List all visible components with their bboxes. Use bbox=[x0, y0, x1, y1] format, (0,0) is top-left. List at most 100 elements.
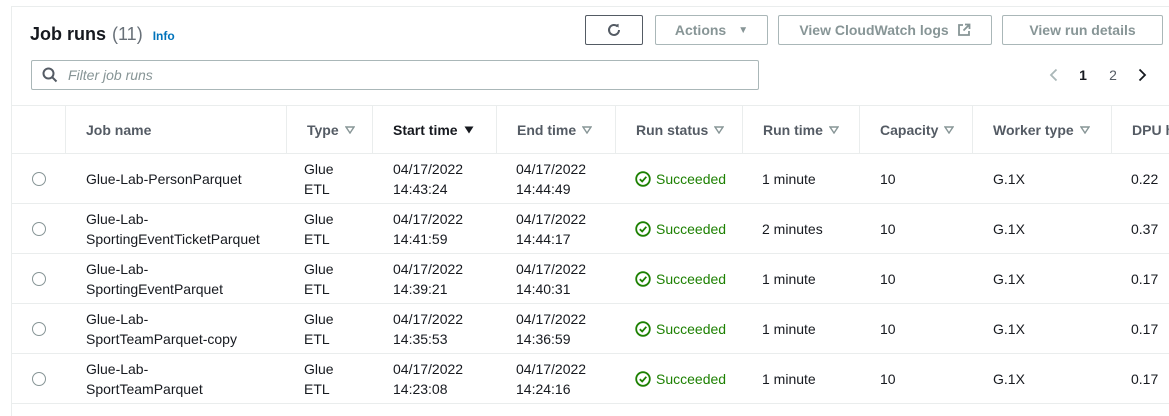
end-clock: 14:44:49 bbox=[516, 181, 571, 197]
start-time-cell: 04/17/2022 14:39:21 bbox=[393, 254, 463, 304]
row-select-radio[interactable] bbox=[32, 372, 46, 386]
type-cell: Glue ETL bbox=[304, 154, 334, 204]
capacity-cell: 10 bbox=[880, 204, 896, 254]
type-cell: Glue ETL bbox=[304, 204, 334, 254]
job-name-cell: Glue-Lab-PersonParquet bbox=[86, 154, 242, 204]
job-name-line-1: Glue-Lab- bbox=[86, 311, 149, 327]
table-row[interactable]: Glue-Lab-PersonParquet Glue ETL 04/17/20… bbox=[12, 154, 1169, 204]
type-cell: Glue ETL bbox=[304, 254, 334, 304]
row-select-radio[interactable] bbox=[32, 322, 46, 336]
start-time-cell: 04/17/2022 14:43:24 bbox=[393, 154, 463, 204]
column-header-run-status[interactable]: Run status bbox=[615, 106, 742, 154]
column-header-run-time[interactable]: Run time bbox=[742, 106, 859, 154]
column-header-start-time[interactable]: Start time bbox=[372, 106, 496, 154]
end-date: 04/17/2022 bbox=[516, 361, 587, 377]
success-check-icon bbox=[635, 271, 651, 287]
dpu-hours-cell: 0.17 bbox=[1131, 304, 1158, 354]
end-date: 04/17/2022 bbox=[516, 311, 587, 327]
capacity: 10 bbox=[880, 321, 896, 337]
type-line-2: ETL bbox=[304, 331, 330, 347]
filter-job-runs-input[interactable] bbox=[66, 66, 746, 84]
start-time-cell: 04/17/2022 14:23:08 bbox=[393, 354, 463, 404]
view-cloudwatch-logs-label: View CloudWatch logs bbox=[799, 22, 949, 38]
end-clock: 14:24:16 bbox=[516, 381, 571, 397]
page-2-button[interactable]: 2 bbox=[1098, 67, 1128, 83]
dpu-hours-cell: 0.37 bbox=[1131, 204, 1158, 254]
run-status-cell: Succeeded bbox=[635, 354, 726, 404]
table-row[interactable]: Glue-Lab- SportingEventParquet Glue ETL … bbox=[12, 254, 1169, 304]
type-cell: Glue ETL bbox=[304, 304, 334, 354]
column-header-end-time[interactable]: End time bbox=[496, 106, 615, 154]
run-time: 1 minute bbox=[762, 171, 816, 187]
view-run-details-button[interactable]: View run details bbox=[1002, 15, 1163, 45]
column-label: Worker type bbox=[993, 122, 1074, 138]
run-status-cell: Succeeded bbox=[635, 304, 726, 354]
job-name-cell: Glue-Lab- SportTeamParquet-copy bbox=[86, 304, 237, 354]
row-select-radio[interactable] bbox=[32, 172, 46, 186]
info-link[interactable]: Info bbox=[153, 29, 175, 43]
next-page-button[interactable] bbox=[1128, 68, 1156, 82]
row-select-radio[interactable] bbox=[32, 222, 46, 236]
column-header-worker-type[interactable]: Worker type bbox=[972, 106, 1111, 154]
table-row[interactable]: Glue-Lab- SportingEventTicketParquet Glu… bbox=[12, 204, 1169, 254]
dpu-hours: 0.17 bbox=[1131, 271, 1159, 287]
run-time-cell: 1 minute bbox=[762, 254, 816, 304]
column-label: Run status bbox=[636, 122, 709, 138]
table-row[interactable]: Glue-Lab- SportTeamParquet-copy Glue ETL… bbox=[12, 304, 1169, 354]
worker-type-cell: G.1X bbox=[993, 254, 1025, 304]
run-status-cell: Succeeded bbox=[635, 254, 726, 304]
end-time-cell: 04/17/2022 14:40:31 bbox=[516, 254, 586, 304]
capacity: 10 bbox=[880, 171, 896, 187]
chevron-left-icon bbox=[1049, 68, 1058, 82]
column-label: DPU h bbox=[1132, 122, 1169, 138]
view-cloudwatch-logs-button[interactable]: View CloudWatch logs bbox=[778, 15, 992, 45]
worker-type: G.1X bbox=[993, 271, 1025, 287]
job-name-line-1: Glue-Lab- bbox=[86, 361, 149, 377]
success-check-icon bbox=[635, 321, 651, 337]
dpu-hours-cell: 0.17 bbox=[1131, 354, 1158, 404]
worker-type-cell: G.1X bbox=[993, 354, 1025, 404]
start-clock: 14:23:08 bbox=[393, 381, 448, 397]
end-time-cell: 04/17/2022 14:36:59 bbox=[516, 304, 586, 354]
column-header-dpu-hours[interactable]: DPU h bbox=[1111, 106, 1169, 154]
table-row[interactable]: Glue-Lab- SportTeamParquet Glue ETL 04/1… bbox=[12, 354, 1169, 404]
job-runs-table-body: Glue-Lab-PersonParquet Glue ETL 04/17/20… bbox=[12, 154, 1169, 404]
page-1-button[interactable]: 1 bbox=[1068, 67, 1098, 83]
start-clock: 14:39:21 bbox=[393, 281, 448, 297]
capacity: 10 bbox=[880, 221, 896, 237]
refresh-button[interactable] bbox=[585, 15, 643, 45]
filter-search-box[interactable] bbox=[31, 60, 759, 90]
column-label: End time bbox=[517, 122, 577, 138]
row-select-radio[interactable] bbox=[32, 272, 46, 286]
worker-type-cell: G.1X bbox=[993, 304, 1025, 354]
worker-type: G.1X bbox=[993, 371, 1025, 387]
sort-icon bbox=[714, 126, 725, 134]
end-clock: 14:36:59 bbox=[516, 331, 571, 347]
type-line-2: ETL bbox=[304, 231, 330, 247]
worker-type-cell: G.1X bbox=[993, 154, 1025, 204]
job-name-cell: Glue-Lab- SportingEventTicketParquet bbox=[86, 204, 260, 254]
job-name-line-2: SportTeamParquet bbox=[86, 381, 203, 397]
run-time: 1 minute bbox=[762, 321, 816, 337]
table-header: Job name Type Start time End time Run st… bbox=[12, 106, 1169, 154]
column-header-capacity[interactable]: Capacity bbox=[859, 106, 972, 154]
actions-dropdown-button[interactable]: Actions ▼ bbox=[655, 15, 768, 45]
dpu-hours: 0.17 bbox=[1131, 321, 1159, 337]
column-label: Job name bbox=[86, 122, 152, 138]
type-line-1: Glue bbox=[304, 211, 334, 227]
job-name-line-1: Glue-Lab- bbox=[86, 211, 149, 227]
sort-icon bbox=[944, 126, 955, 134]
capacity-cell: 10 bbox=[880, 154, 896, 204]
run-status-text: Succeeded bbox=[656, 371, 727, 387]
view-run-details-label: View run details bbox=[1029, 22, 1136, 38]
column-header-job-name[interactable]: Job name bbox=[65, 106, 286, 154]
start-date: 04/17/2022 bbox=[393, 261, 464, 277]
dpu-hours: 0.22 bbox=[1131, 171, 1159, 187]
previous-page-button[interactable] bbox=[1040, 68, 1068, 82]
start-clock: 14:35:53 bbox=[393, 331, 448, 347]
sort-icon bbox=[344, 126, 355, 134]
actions-label: Actions bbox=[674, 22, 727, 38]
sort-icon bbox=[828, 126, 839, 134]
refresh-icon bbox=[608, 23, 620, 36]
column-header-type[interactable]: Type bbox=[286, 106, 372, 154]
